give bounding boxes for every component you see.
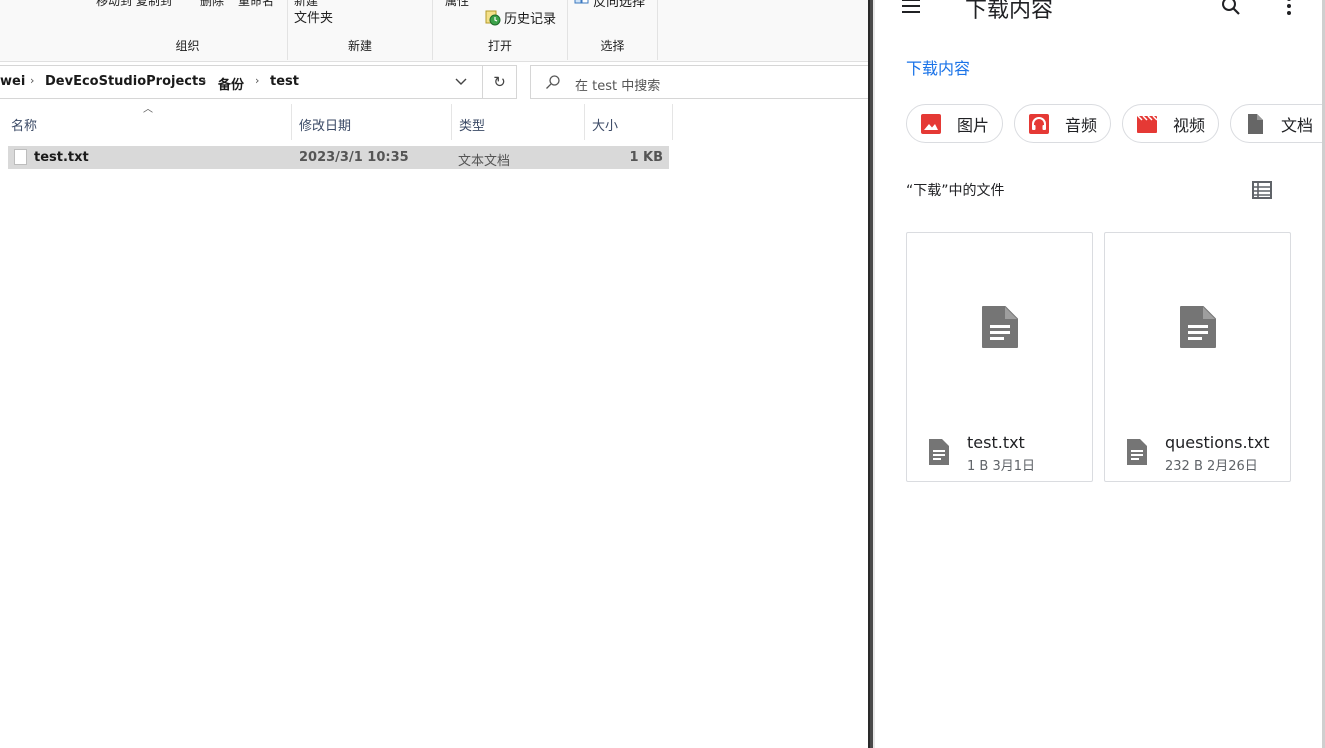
invert-selection-label: 反向选择 xyxy=(593,0,646,10)
invert-selection-icon xyxy=(574,0,589,3)
ribbon-group-label-new: 新建 xyxy=(347,39,372,53)
ribbon-toolbar: 移动到 复制到 删除 重命名 组织 新建 文件夹 新建 属性 历史记录 打开 反… xyxy=(0,0,868,62)
delete-button-clipped[interactable]: 删除 xyxy=(200,0,224,9)
chevron-down-icon[interactable] xyxy=(446,66,476,98)
search-icon[interactable] xyxy=(1219,0,1243,18)
ribbon-group-new: 新建 文件夹 新建 xyxy=(288,0,433,60)
file-size: 1 KB xyxy=(629,150,663,165)
ribbon-group-organize: 移动到 复制到 删除 重命名 组织 xyxy=(88,0,288,60)
movie-icon xyxy=(1137,114,1158,133)
file-explorer-window: 移动到 复制到 删除 重命名 组织 新建 文件夹 新建 属性 历史记录 打开 反… xyxy=(0,0,868,748)
breadcrumb-backup[interactable]: 备份 xyxy=(218,74,244,93)
move-copy-buttons-clipped[interactable]: 移动到 复制到 xyxy=(96,0,172,9)
downloads-app: 下载内容 下载内容 图片 音频 视频 文档 “下载”中的文件 test.txt … xyxy=(875,0,1325,748)
refresh-button[interactable]: ↻ xyxy=(482,66,516,98)
history-icon xyxy=(485,10,501,25)
file-card[interactable]: questions.txt 232 B 2月26日 xyxy=(1104,232,1291,482)
breadcrumb-devecostudioprojects[interactable]: DevEcoStudioProjects xyxy=(45,74,206,89)
breadcrumb-wei[interactable]: wei xyxy=(0,74,25,89)
file-meta: 1 B 3月1日 xyxy=(967,459,1035,474)
search-input[interactable]: 在 test 中搜索 xyxy=(530,65,868,99)
search-icon xyxy=(546,75,560,89)
history-label: 历史记录 xyxy=(504,12,557,27)
column-header-size[interactable]: 大小 xyxy=(585,104,673,140)
app-title: 下载内容 xyxy=(965,0,1054,23)
table-row[interactable]: test.txt 2023/3/1 10:35 文本文档 1 KB xyxy=(8,146,669,169)
document-icon xyxy=(1248,113,1263,134)
document-icon xyxy=(982,306,1018,348)
section-title: “下载”中的文件 xyxy=(906,183,1005,199)
rename-button-clipped[interactable]: 重命名 xyxy=(238,0,274,9)
chip-video[interactable]: 视频 xyxy=(1122,104,1219,143)
list-view-icon[interactable] xyxy=(1251,179,1273,201)
chip-images[interactable]: 图片 xyxy=(906,104,1003,143)
invert-selection-button[interactable]: 反向选择 xyxy=(574,0,645,10)
file-name: test.txt xyxy=(967,433,1025,452)
ribbon-group-label-organize: 组织 xyxy=(175,39,200,53)
column-header-name[interactable]: 名称 xyxy=(4,104,292,140)
chip-label: 音频 xyxy=(1065,115,1098,135)
history-button[interactable]: 历史记录 xyxy=(485,8,556,27)
file-name: test.txt xyxy=(34,150,89,165)
chip-audio[interactable]: 音频 xyxy=(1014,104,1111,143)
more-vert-icon[interactable] xyxy=(1277,0,1301,18)
document-icon xyxy=(1180,306,1216,348)
text-file-icon xyxy=(14,149,27,165)
new-folder-button[interactable]: 文件夹 xyxy=(294,7,333,26)
chip-documents[interactable]: 文档 xyxy=(1230,104,1322,143)
ribbon-group-select: 反向选择 选择 xyxy=(568,0,658,60)
file-type: 文本文档 xyxy=(458,154,511,169)
ribbon-group-label-open: 打开 xyxy=(487,39,512,53)
image-icon xyxy=(921,113,941,134)
breadcrumb[interactable]: 下载内容 xyxy=(906,55,970,79)
address-bar[interactable]: wei › DevEcoStudioProjects › 备份 › test ↻ xyxy=(0,65,517,99)
chevron-right-icon[interactable]: › xyxy=(202,74,206,87)
file-modified: 2023/3/1 10:35 xyxy=(299,150,409,165)
chip-label: 文档 xyxy=(1281,115,1314,135)
refresh-icon: ↻ xyxy=(493,73,506,91)
file-meta: 232 B 2月26日 xyxy=(1165,459,1258,474)
properties-button[interactable]: 属性 xyxy=(445,0,469,9)
column-header-modified[interactable]: 修改日期 xyxy=(292,104,452,140)
breadcrumb-test[interactable]: test xyxy=(270,74,299,89)
document-icon xyxy=(929,439,949,465)
chip-label: 视频 xyxy=(1173,115,1206,135)
file-name: questions.txt xyxy=(1165,433,1270,452)
menu-icon[interactable] xyxy=(899,0,923,18)
column-header-type[interactable]: 类型 xyxy=(452,104,585,140)
chip-label: 图片 xyxy=(957,115,990,135)
file-card[interactable]: test.txt 1 B 3月1日 xyxy=(906,232,1093,482)
headphones-icon xyxy=(1029,113,1049,134)
document-icon xyxy=(1127,439,1147,465)
column-header-row: ︿ 名称 修改日期 类型 大小 xyxy=(0,104,868,140)
search-placeholder: 在 test 中搜索 xyxy=(575,79,661,94)
ribbon-group-label-select: 选择 xyxy=(600,39,625,53)
chevron-right-icon[interactable]: › xyxy=(30,74,34,87)
ribbon-group-open: 属性 历史记录 打开 xyxy=(433,0,568,60)
chevron-right-icon[interactable]: › xyxy=(255,74,259,87)
window-divider[interactable] xyxy=(868,0,875,748)
